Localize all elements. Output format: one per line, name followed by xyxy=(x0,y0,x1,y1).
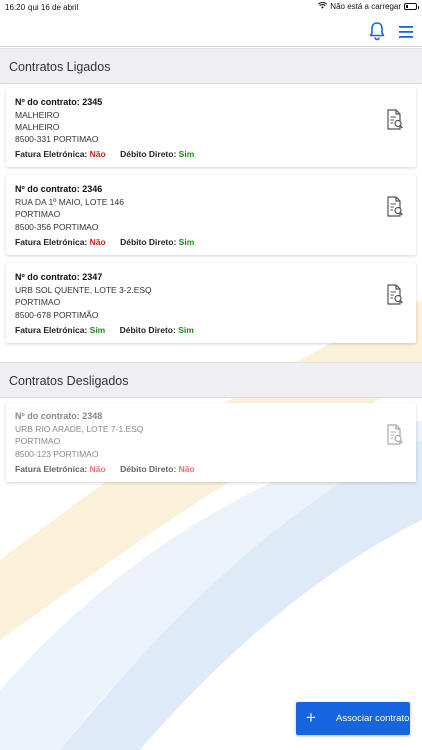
contract-number: Nº do contrato: 2345 xyxy=(15,97,103,107)
document-search-icon[interactable] xyxy=(386,284,404,306)
postal-line: 8500-356 PORTIMAO xyxy=(15,222,99,232)
debit-label: Débito Direto: xyxy=(120,237,177,247)
section-title: Contratos Desligados xyxy=(9,374,129,388)
notifications-bell-icon[interactable] xyxy=(368,21,386,41)
invoice-value: Não xyxy=(89,464,106,474)
contract-card[interactable]: Nº do contrato: 2346 RUA DA 1º MAIO, LOT… xyxy=(6,175,416,255)
status-time: 16:20 xyxy=(5,3,26,12)
invoice-label: Fatura Eletrónica: xyxy=(15,149,88,159)
section-title: Contratos Ligados xyxy=(9,60,111,74)
associate-contract-button[interactable]: + Associar contrato xyxy=(296,702,410,735)
wifi-icon xyxy=(318,2,328,11)
invoice-value: Não xyxy=(89,149,106,159)
contract-number: Nº do contrato: 2346 xyxy=(15,184,103,194)
postal-line: 8500-678 PORTIMÃO xyxy=(15,310,99,320)
invoice-label: Fatura Eletrónica: xyxy=(15,237,88,247)
battery-icon xyxy=(404,3,419,10)
invoice-value: Não xyxy=(89,237,106,247)
contract-flags: Fatura Eletrónica: Sim Débito Direto: Si… xyxy=(15,325,194,335)
invoice-label: Fatura Eletrónica: xyxy=(15,325,88,335)
document-search-icon[interactable] xyxy=(386,424,404,446)
document-search-icon[interactable] xyxy=(386,109,404,131)
plus-icon: + xyxy=(306,708,316,727)
contract-flags: Fatura Eletrónica: Não Débito Direto: Si… xyxy=(15,237,194,247)
debit-value: Sim xyxy=(178,325,194,335)
debit-value: Sim xyxy=(178,237,195,247)
address-line: PORTIMAO xyxy=(15,436,61,446)
debit-value: Não xyxy=(178,464,195,474)
document-search-icon[interactable] xyxy=(386,196,404,218)
debit-value: Sim xyxy=(178,149,195,159)
postal-line: 8500-331 PORTIMAO xyxy=(15,134,99,144)
contract-number: Nº do contrato: 2348 xyxy=(15,411,103,421)
status-date: qui 16 de abril xyxy=(28,3,79,12)
hamburger-menu-icon[interactable] xyxy=(398,25,414,39)
associate-contract-label: Associar contrato xyxy=(336,713,410,724)
address-line: PORTIMAO xyxy=(15,209,61,219)
contract-flags: Fatura Eletrónica: Não Débito Direto: Si… xyxy=(15,149,194,159)
debit-label: Débito Direto: xyxy=(119,325,176,335)
debit-label: Débito Direto: xyxy=(120,464,177,474)
invoice-label: Fatura Eletrónica: xyxy=(15,464,88,474)
address-line: URB SOL QUENTE, LOTE 3-2.ESQ xyxy=(15,285,152,295)
section-header-connected: Contratos Ligados xyxy=(0,48,422,84)
invoice-value: Sim xyxy=(89,325,106,335)
address-line: RUA DA 1º MAIO, LOTE 146 xyxy=(15,197,124,207)
debit-label: Débito Direto: xyxy=(120,149,177,159)
address-line: URB RIO ARADE, LOTE 7-1.ESQ xyxy=(15,424,144,434)
contract-card[interactable]: Nº do contrato: 2345 MALHEIRO MALHEIRO 8… xyxy=(6,88,416,167)
address-line: MALHEIRO xyxy=(15,122,60,132)
top-app-bar xyxy=(0,14,422,47)
section-header-disconnected: Contratos Desligados xyxy=(0,362,422,398)
network-status: Não está a carregar xyxy=(330,2,401,11)
contract-card[interactable]: Nº do contrato: 2348 URB RIO ARADE, LOTE… xyxy=(6,403,416,482)
contract-flags: Fatura Eletrónica: Não Débito Direto: Nã… xyxy=(15,464,195,474)
postal-line: 8500-123 PORTIMAO xyxy=(15,449,99,459)
address-line: PORTIMAO xyxy=(15,297,61,307)
address-line: MALHEIRO xyxy=(15,110,60,120)
contract-card[interactable]: Nº do contrato: 2347 URB SOL QUENTE, LOT… xyxy=(6,263,416,343)
contract-number: Nº do contrato: 2347 xyxy=(15,272,103,282)
status-bar: 16:20 qui 16 de abril Não está a carrega… xyxy=(0,0,422,14)
